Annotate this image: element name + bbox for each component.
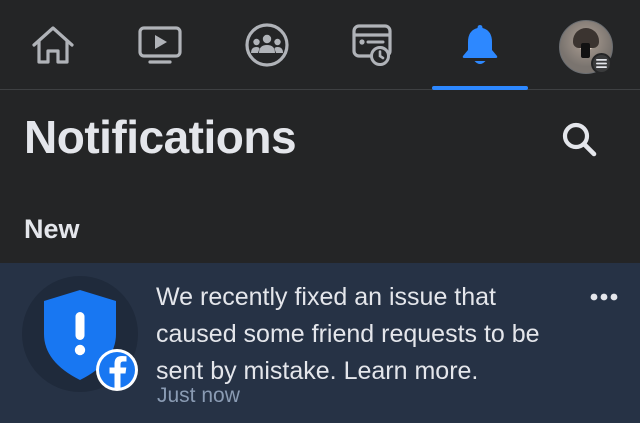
section-heading-new: New <box>24 214 80 244</box>
nav-watch-tab[interactable] <box>112 0 208 90</box>
nav-notifications-tab[interactable] <box>432 0 528 90</box>
active-tab-indicator <box>432 86 528 90</box>
notification-time: Just now <box>157 384 240 407</box>
more-options-button[interactable] <box>584 282 624 312</box>
top-navigation-bar <box>0 0 640 90</box>
notification-text: We recently fixed an issue that caused s… <box>156 283 540 385</box>
feeds-icon <box>352 24 392 66</box>
home-icon <box>32 26 74 64</box>
nav-feeds-tab[interactable] <box>325 0 421 90</box>
more-icon <box>590 293 618 301</box>
search-icon <box>562 122 597 157</box>
menu-icon <box>591 53 612 74</box>
notification-avatar <box>22 276 138 392</box>
page-title: Notifications <box>24 111 297 163</box>
profile-menu-button[interactable] <box>559 20 613 74</box>
facebook-badge-icon <box>96 349 138 391</box>
bell-icon <box>462 25 498 64</box>
groups-icon <box>245 23 289 67</box>
search-button[interactable] <box>556 116 602 162</box>
video-icon <box>138 26 182 64</box>
nav-groups-tab[interactable] <box>219 0 315 90</box>
nav-home-tab[interactable] <box>5 0 101 90</box>
